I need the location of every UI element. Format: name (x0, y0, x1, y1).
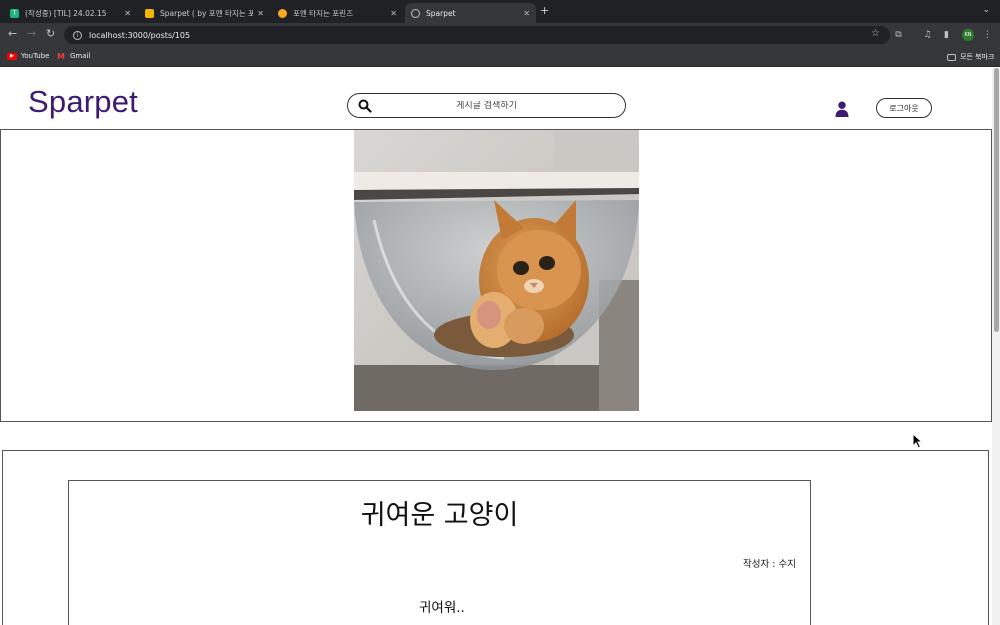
bookmark-label: YouTube (21, 52, 50, 60)
close-tab-icon[interactable]: ✕ (390, 9, 397, 18)
gmail-icon: M (57, 51, 65, 61)
side-panel-icon[interactable]: ▮ (941, 29, 952, 40)
site-info-icon[interactable]: i (73, 30, 82, 40)
folder-icon (947, 53, 956, 61)
search-box[interactable] (347, 93, 626, 118)
post-card: 귀여운 고양이 작성자 : 수지 귀여워.. (68, 480, 811, 625)
post-image-frame (0, 129, 992, 422)
emoji-favicon-icon (278, 8, 287, 18)
bookmarks-bar: ▶ YouTube M Gmail 모든 북마크 (0, 47, 1000, 67)
search-input[interactable] (348, 100, 625, 111)
address-bar[interactable]: i localhost:3000/posts/105 ☆ (64, 26, 890, 44)
tab-search-chevron-icon[interactable]: ⌄ (982, 5, 990, 15)
bookmark-star-icon[interactable]: ☆ (871, 28, 880, 39)
browser-tab-team[interactable]: 포멘 타지는 포린즈 ✕ (272, 3, 403, 23)
back-arrow-icon[interactable]: ← (8, 27, 17, 40)
url-text: localhost:3000/posts/105 (89, 30, 191, 40)
browser-tab-til[interactable]: T (작성중) [TIL] 24.02.15 ✕ (4, 3, 137, 23)
new-tab-icon[interactable]: + (540, 4, 549, 17)
profile-avatar[interactable]: KN (962, 29, 974, 41)
page-scrollbar[interactable] (992, 68, 1000, 625)
tab-title: Sparpet ( by 포멘 타지는 포린즈 (160, 8, 254, 18)
close-tab-icon[interactable]: ✕ (523, 9, 530, 18)
tab-title: 포멘 타지는 포린즈 (293, 8, 353, 18)
post-author: 작성자 : 수지 (743, 559, 796, 570)
bookmark-label: Gmail (70, 52, 91, 60)
youtube-icon: ▶ (7, 52, 17, 60)
logout-button[interactable]: 로그아웃 (876, 98, 932, 118)
page-viewport: Sparpet 로그아웃 (0, 68, 992, 625)
site-logo[interactable]: Sparpet (28, 84, 138, 120)
tab-title: Sparpet (426, 8, 456, 18)
scrollbar-thumb[interactable] (994, 68, 999, 332)
slides-favicon-icon (145, 8, 154, 18)
all-bookmarks[interactable]: 모든 북마크 (947, 52, 994, 62)
post-title: 귀여운 고양이 (360, 500, 519, 531)
mouse-cursor-icon (912, 433, 924, 449)
tab-title: (작성중) [TIL] 24.02.15 (25, 8, 107, 18)
browser-tab-sparpet[interactable]: Sparpet ✕ (405, 3, 536, 23)
browser-tab-strip: T (작성중) [TIL] 24.02.15 ✕ Sparpet ( by 포멘… (0, 0, 1000, 23)
notion-favicon-icon: T (10, 8, 19, 18)
post-section: 귀여운 고양이 작성자 : 수지 귀여워.. (2, 450, 989, 625)
close-tab-icon[interactable]: ✕ (124, 9, 131, 18)
post-body: 귀여워.. (419, 600, 465, 616)
bookmark-gmail[interactable]: M Gmail (56, 51, 91, 61)
reload-icon[interactable]: ↻ (46, 27, 55, 40)
kebab-menu-icon[interactable]: ⋮ (982, 29, 993, 40)
extensions-icon[interactable]: ⧉ (893, 29, 904, 40)
bookmark-youtube[interactable]: ▶ YouTube (7, 52, 49, 60)
browser-toolbar: ← → ↻ i localhost:3000/posts/105 ☆ ⧉ ♫ ▮… (0, 23, 1000, 47)
search-icon[interactable] (358, 99, 372, 113)
bookmark-label: 모든 북마크 (960, 53, 995, 61)
media-control-icon[interactable]: ♫ (922, 29, 933, 40)
globe-favicon-icon (411, 8, 420, 18)
close-tab-icon[interactable]: ✕ (257, 9, 264, 18)
browser-tab-sparpet-doc[interactable]: Sparpet ( by 포멘 타지는 포린즈 ✕ (139, 3, 270, 23)
forward-arrow-icon[interactable]: → (27, 27, 36, 40)
cat-photo (354, 130, 639, 411)
user-icon[interactable] (835, 101, 849, 117)
